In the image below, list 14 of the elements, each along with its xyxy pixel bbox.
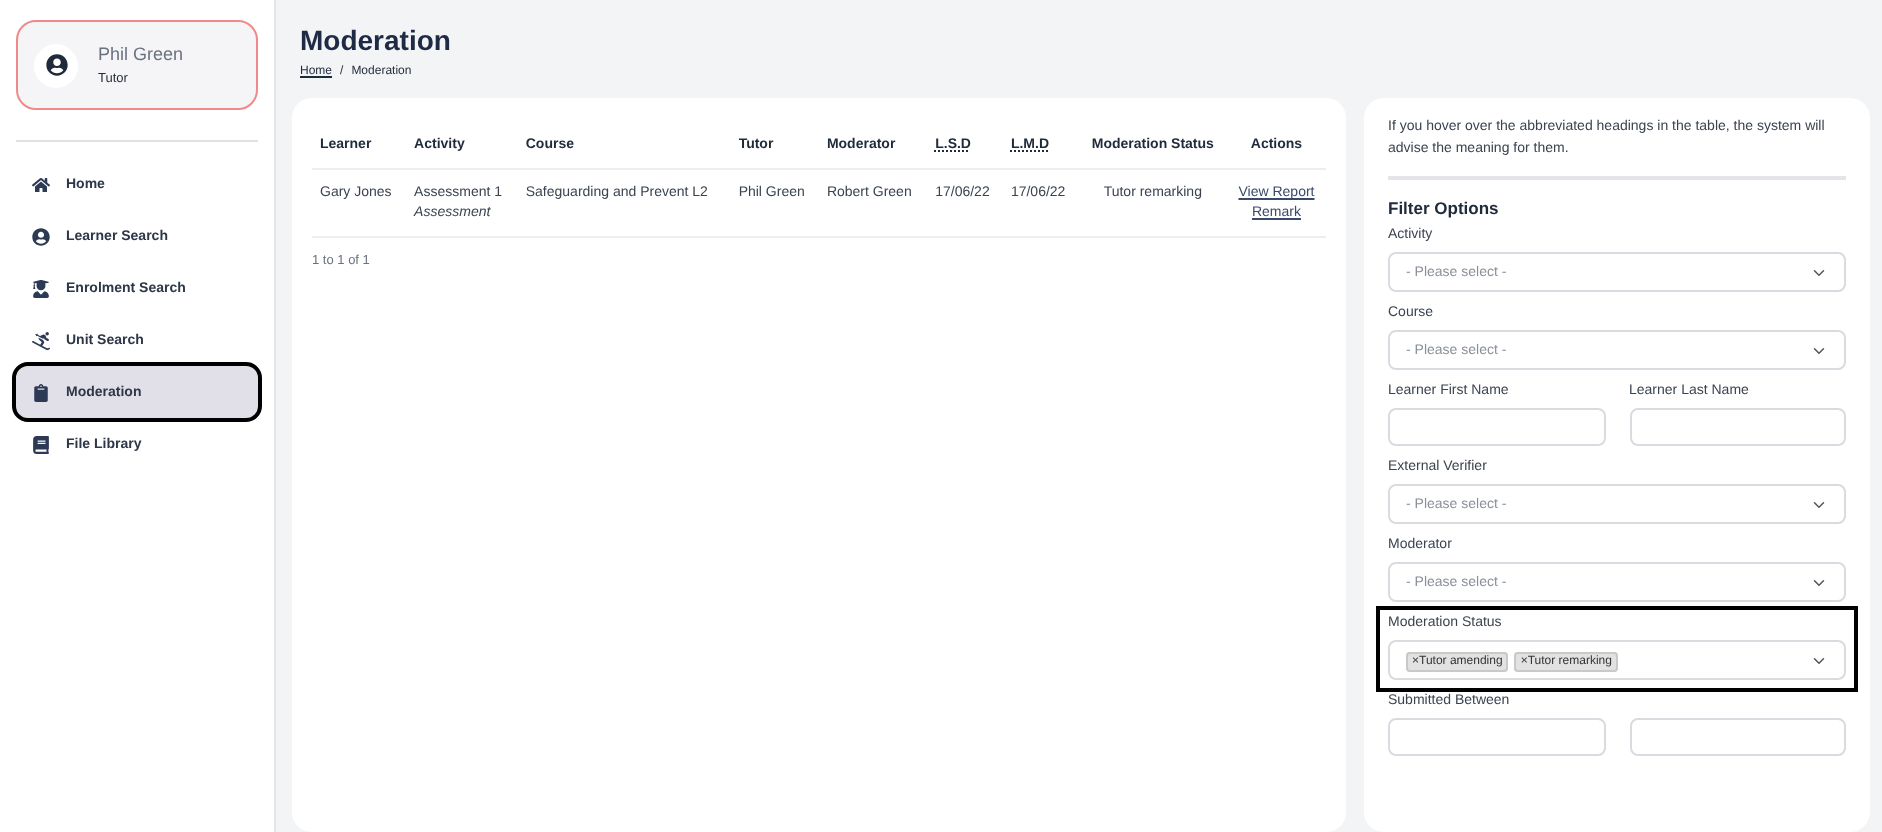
- user-icon: [45, 54, 67, 76]
- input-field[interactable]: [1388, 408, 1605, 446]
- page-title: Moderation: [300, 24, 453, 56]
- home-icon: [32, 175, 50, 193]
- input-field[interactable]: [1629, 408, 1846, 446]
- input-field[interactable]: [1388, 718, 1605, 756]
- input-field[interactable]: [1629, 718, 1846, 756]
- graduate-icon: [32, 279, 50, 297]
- user-name: Phil Green: [98, 44, 184, 64]
- skier-icon: [32, 331, 50, 349]
- filter-title: Filter Options: [1388, 198, 1501, 218]
- clipboard-icon: [32, 383, 50, 401]
- user-icon: [32, 227, 50, 245]
- book-icon: [32, 435, 50, 453]
